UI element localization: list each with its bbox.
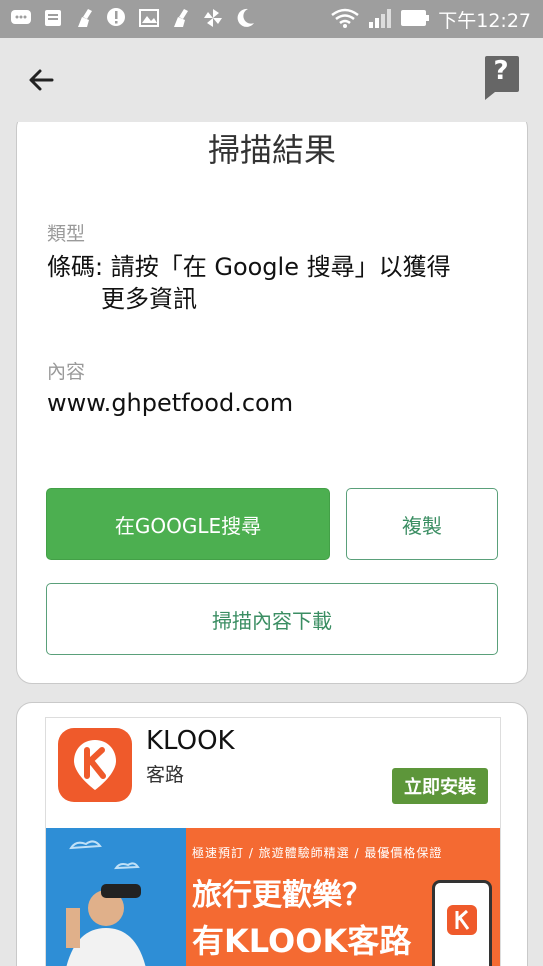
type-label: 類型 bbox=[47, 223, 86, 245]
klook-logo bbox=[58, 728, 132, 802]
pinwheel-icon bbox=[202, 7, 224, 29]
klook-ad[interactable]: KLOOK 客路 立即安裝 極速預訂 / 旅遊體驗師精選 / 最優價格保證 旅行… bbox=[45, 717, 501, 966]
type-value-line1: 條碼: 請按「在 Google 搜尋」以獲得 bbox=[47, 253, 451, 281]
cleaner-icon bbox=[170, 7, 192, 29]
cleaner-icon bbox=[74, 7, 96, 29]
scroll-content[interactable]: 掃描結果 類型 條碼: 請按「在 Google 搜尋」以獲得 更多資訊 內容 w… bbox=[0, 122, 543, 966]
banner-brand-line: 有KLOOK客路 bbox=[192, 922, 412, 960]
banner-tagline: 極速預訂 / 旅遊體驗師精選 / 最優價格保證 bbox=[192, 846, 443, 860]
scan-result-card: 掃描結果 類型 條碼: 請按「在 Google 搜尋」以獲得 更多資訊 內容 w… bbox=[16, 122, 528, 684]
banner-promo: 極速預訂 / 旅遊體驗師精選 / 最優價格保證 旅行更歡樂？ 有KLOOK客路 bbox=[186, 828, 500, 966]
chat-icon bbox=[10, 7, 32, 29]
install-button[interactable]: 立即安裝 bbox=[392, 768, 488, 804]
help-icon[interactable]: ? bbox=[481, 54, 521, 102]
alert-icon bbox=[106, 7, 128, 29]
signal-icon bbox=[368, 7, 392, 33]
type-value-line2: 更多資訊 bbox=[101, 285, 197, 313]
copy-button[interactable]: 複製 bbox=[346, 488, 498, 560]
ad-app-name: KLOOK bbox=[146, 726, 235, 756]
download-button[interactable]: 掃描內容下載 bbox=[46, 583, 498, 655]
phone-image bbox=[432, 880, 492, 966]
type-value: 條碼: 請按「在 Google 搜尋」以獲得 更多資訊 bbox=[47, 251, 451, 315]
help-glyph: ? bbox=[493, 56, 509, 86]
arrow-left-icon[interactable] bbox=[26, 64, 58, 96]
content-value: www.ghpetfood.com bbox=[47, 389, 294, 417]
ad-app-subtitle: 客路 bbox=[146, 764, 185, 786]
content-label: 內容 bbox=[47, 361, 86, 383]
battery-icon bbox=[400, 8, 430, 32]
news-icon bbox=[42, 7, 64, 29]
wifi-icon bbox=[330, 7, 360, 33]
search-google-button[interactable]: 在GOOGLE搜尋 bbox=[46, 488, 330, 560]
moon-icon bbox=[234, 7, 256, 29]
banner-photo bbox=[46, 828, 186, 966]
app-bar: ? bbox=[0, 38, 543, 122]
gallery-icon bbox=[138, 7, 160, 29]
status-time: 下午12:27 bbox=[438, 10, 531, 32]
banner-headline: 旅行更歡樂？ bbox=[192, 878, 372, 913]
page-title: 掃描結果 bbox=[207, 131, 336, 169]
ad-banner[interactable]: 極速預訂 / 旅遊體驗師精選 / 最優價格保證 旅行更歡樂？ 有KLOOK客路 bbox=[46, 828, 500, 966]
status-bar: 下午12:27 bbox=[0, 0, 543, 38]
ad-card: KLOOK 客路 立即安裝 極速預訂 / 旅遊體驗師精選 / 最優價格保證 旅行… bbox=[16, 702, 528, 966]
